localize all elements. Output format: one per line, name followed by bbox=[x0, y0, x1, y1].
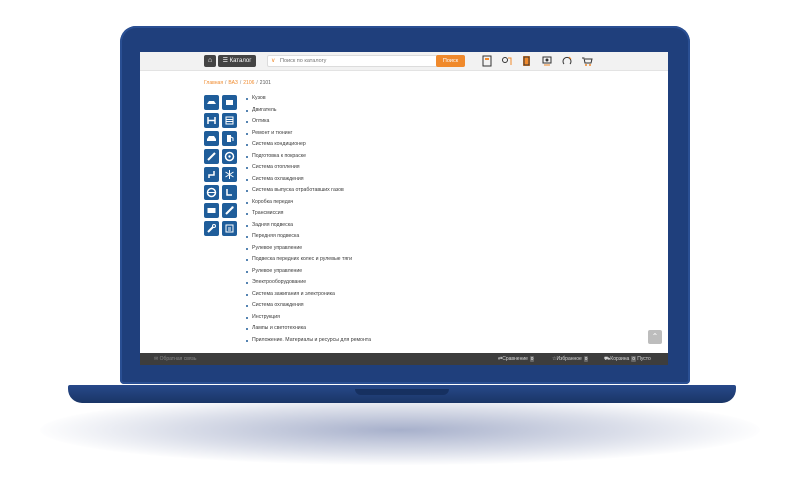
seat-icon[interactable] bbox=[222, 185, 237, 200]
parts-icon[interactable] bbox=[500, 54, 514, 68]
reset-icon[interactable] bbox=[560, 54, 574, 68]
breadcrumb-link[interactable]: ВАЗ bbox=[228, 80, 237, 86]
list-item[interactable]: Система отопления bbox=[246, 162, 371, 174]
catalog-button[interactable]: ☰ Каталог bbox=[218, 55, 256, 67]
search-button[interactable]: Поиск bbox=[436, 55, 465, 67]
list-item[interactable]: Рулевое управление bbox=[246, 243, 371, 255]
axle-icon[interactable] bbox=[204, 113, 219, 128]
book-icon[interactable] bbox=[480, 54, 494, 68]
list-item[interactable]: Инструкция bbox=[246, 312, 371, 324]
manual-book-icon[interactable] bbox=[222, 221, 237, 236]
list-item[interactable]: Трансмиссия bbox=[246, 208, 371, 220]
brake-disc-icon[interactable] bbox=[222, 149, 237, 164]
list-item[interactable]: Система охлаждения bbox=[246, 174, 371, 186]
laptop-screen: ⌂ ☰ Каталог ∨ Поиск по каталогу Поиск Гл… bbox=[140, 52, 668, 365]
breadcrumb: Главная / ВАЗ/2106/2101 bbox=[204, 80, 271, 86]
laptop-shadow bbox=[40, 395, 760, 465]
list-item[interactable]: Лампы и светотехника bbox=[246, 323, 371, 335]
compare-count-badge: 0 bbox=[529, 356, 535, 362]
car-front-icon[interactable] bbox=[204, 131, 219, 146]
favorites-count-badge: 0 bbox=[583, 356, 589, 362]
tool-icon[interactable] bbox=[222, 203, 237, 218]
list-item[interactable]: Коробка передач bbox=[246, 197, 371, 209]
list-item[interactable]: Передняя подвеска bbox=[246, 231, 371, 243]
list-item[interactable]: Приложение. Материалы и ресурсы для ремо… bbox=[246, 335, 371, 347]
list-item[interactable]: Система зажигания и электроника bbox=[246, 289, 371, 301]
top-bar: ⌂ ☰ Каталог ∨ Поиск bbox=[140, 52, 668, 71]
list-item[interactable]: Оптика bbox=[246, 116, 371, 128]
list-item[interactable]: Подготовка к покраске bbox=[246, 151, 371, 163]
wrench-icon[interactable] bbox=[204, 221, 219, 236]
list-item[interactable]: Электрооборудование bbox=[246, 277, 371, 289]
list-item[interactable]: Двигатель bbox=[246, 105, 371, 117]
category-list: Кузов Двигатель Оптика Ремонт и тюнинг С… bbox=[246, 93, 371, 346]
battery-icon[interactable] bbox=[204, 203, 219, 218]
body-icon[interactable] bbox=[204, 95, 219, 110]
favorites-link[interactable]: ☆Избранное 0 bbox=[552, 353, 589, 365]
cart-status: Пусто bbox=[637, 356, 651, 362]
cart-label: Корзина bbox=[610, 356, 630, 362]
feedback-label: Обратная связь bbox=[159, 356, 197, 362]
list-item[interactable]: Система кондиционер bbox=[246, 139, 371, 151]
home-button[interactable]: ⌂ bbox=[204, 55, 216, 67]
chevron-up-icon: ⌃ bbox=[651, 332, 659, 341]
list-item[interactable]: Система выпуска отработавших газов bbox=[246, 185, 371, 197]
manual-icon[interactable] bbox=[520, 54, 534, 68]
chevron-down-icon[interactable]: ∨ bbox=[271, 56, 275, 67]
feedback-link[interactable]: ✉ Обратная связь bbox=[154, 353, 196, 365]
breadcrumb-link[interactable]: Главная bbox=[204, 80, 223, 86]
scroll-to-top-button[interactable]: ⌃ bbox=[648, 330, 662, 344]
radiator-icon[interactable] bbox=[222, 113, 237, 128]
list-item[interactable]: Система охлаждения bbox=[246, 300, 371, 312]
compare-link[interactable]: ⇄Сравнение 0 bbox=[498, 353, 535, 365]
list-item[interactable]: Задняя подвеска bbox=[246, 220, 371, 232]
cart-link[interactable]: ⛟Корзина 0 Пусто bbox=[604, 353, 651, 365]
snowflake-icon[interactable] bbox=[222, 167, 237, 182]
cart-count-badge: 0 bbox=[631, 356, 636, 362]
laptop-notch bbox=[355, 389, 449, 395]
list-item[interactable]: Рулевое управление bbox=[246, 266, 371, 278]
gear-shift-icon[interactable] bbox=[204, 167, 219, 182]
steering-wheel-icon[interactable] bbox=[204, 185, 219, 200]
breadcrumb-link[interactable]: 2106 bbox=[243, 80, 254, 86]
breadcrumb-current: 2101 bbox=[259, 80, 271, 86]
footer-bar: ✉ Обратная связь ⇄Сравнение 0 ☆Избранное 0… bbox=[140, 353, 668, 365]
cart-icon[interactable] bbox=[580, 54, 594, 68]
engine-icon[interactable] bbox=[222, 95, 237, 110]
home-icon: ⌂ bbox=[207, 57, 213, 64]
list-item[interactable]: Подвеска передних колес и рулевые тяги bbox=[246, 254, 371, 266]
search-input[interactable] bbox=[280, 56, 430, 66]
spark-plug-icon[interactable] bbox=[204, 149, 219, 164]
favorites-label: Избранное bbox=[556, 356, 582, 362]
list-item[interactable]: Ремонт и тюнинг bbox=[246, 128, 371, 140]
compare-label: Сравнение bbox=[502, 356, 528, 362]
list-item[interactable]: Кузов bbox=[246, 93, 371, 105]
fuel-icon[interactable] bbox=[222, 131, 237, 146]
diagnostics-icon[interactable] bbox=[540, 54, 554, 68]
